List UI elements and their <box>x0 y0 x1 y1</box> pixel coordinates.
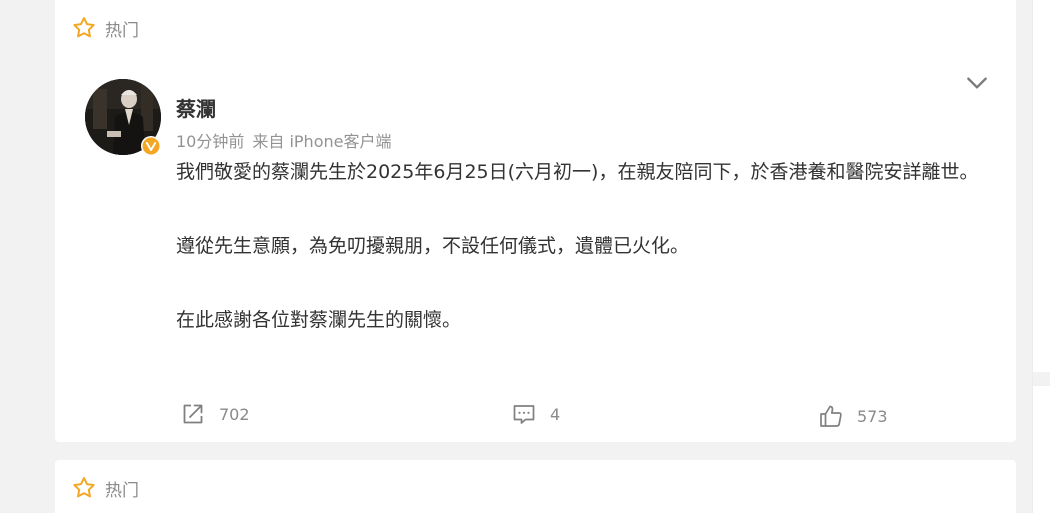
verified-badge-icon <box>141 136 161 156</box>
post-paragraph: 在此感謝各位對蔡瀾先生的關懷。 <box>176 309 462 331</box>
hot-label: 热门 <box>105 20 139 41</box>
hot-tag: 热门 <box>71 474 139 502</box>
comment-count: 4 <box>550 404 561 424</box>
star-icon <box>73 477 95 498</box>
post-meta: 10分钟前 来自 iPhone客户端 <box>176 128 391 152</box>
post-source: 来自 iPhone客户端 <box>252 132 392 151</box>
share-icon <box>183 404 203 424</box>
author-name[interactable]: 蔡瀾 <box>176 93 216 122</box>
hot-label: 热门 <box>105 480 139 501</box>
repost-count: 702 <box>219 404 250 424</box>
next-post-card: 热门 <box>55 460 1016 513</box>
comment-icon <box>513 405 535 424</box>
page-left-margin <box>0 0 40 513</box>
chevron-down-icon[interactable] <box>964 70 990 96</box>
post-time[interactable]: 10分钟前 <box>176 132 244 151</box>
right-panel-gap <box>1033 372 1050 386</box>
like-count: 573 <box>857 406 888 426</box>
star-icon <box>73 17 95 38</box>
like-button[interactable]: 573 <box>817 398 888 434</box>
post-paragraph: 遵從先生意願，為免叨擾親朋，不設任何儀式，遺體已火化。 <box>176 235 690 257</box>
repost-button[interactable]: 702 <box>179 396 250 432</box>
post-card: 热门 蔡瀾 10分钟前 来自 iPhone客户端 我們敬愛的蔡瀾先生於2025年… <box>55 0 1016 442</box>
comment-button[interactable]: 4 <box>510 396 560 432</box>
right-panel-edge <box>1032 0 1050 513</box>
post-actions: 702 4 573 <box>55 396 1016 432</box>
author-avatar[interactable] <box>85 79 161 156</box>
thumbs-up-icon <box>820 405 842 427</box>
hot-tag: 热门 <box>71 14 139 42</box>
post-content: 我們敬愛的蔡瀾先生於2025年6月25日(六月初一)，在親友陪同下，於香港養和醫… <box>176 154 996 339</box>
post-paragraph: 我們敬愛的蔡瀾先生於2025年6月25日(六月初一)，在親友陪同下，於香港養和醫… <box>176 161 979 183</box>
